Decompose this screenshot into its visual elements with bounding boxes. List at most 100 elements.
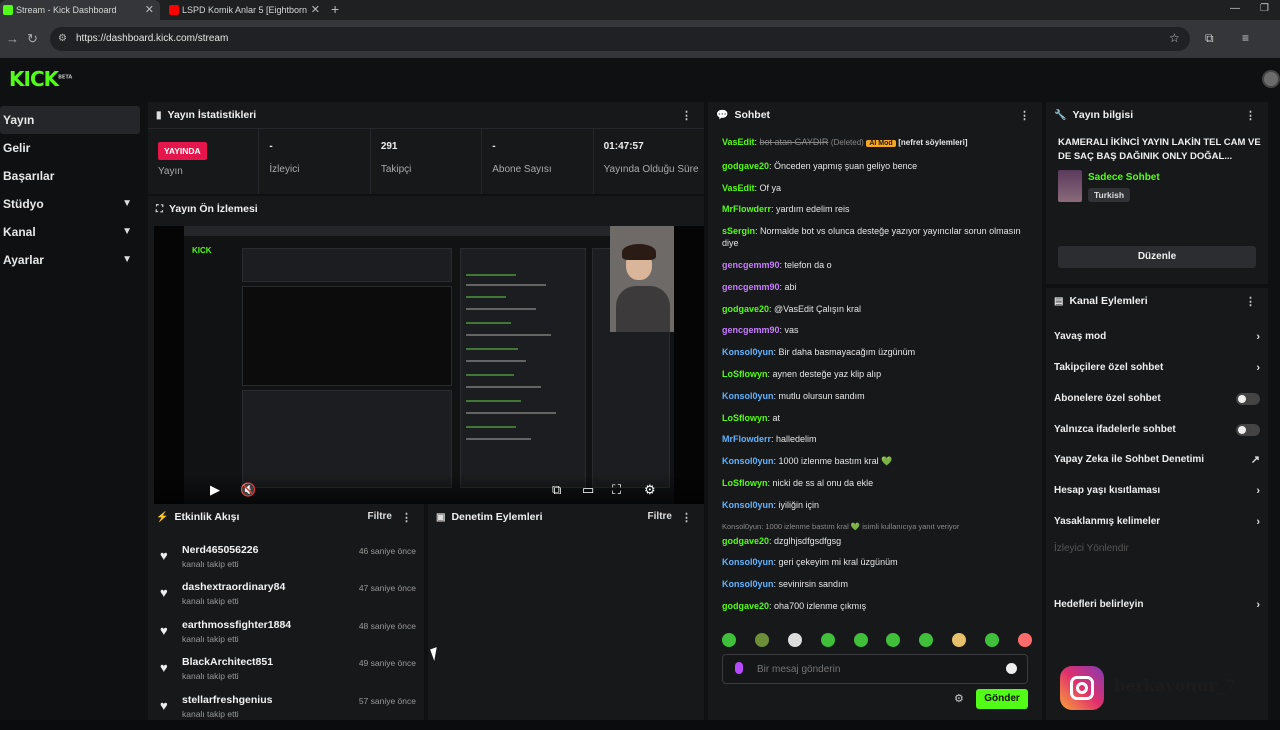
channel-action-set-goals[interactable]: Hedefleri belirleyin ›	[1054, 594, 1260, 616]
theater-icon[interactable]: ▭	[582, 482, 594, 498]
microphone-icon[interactable]	[735, 662, 743, 674]
chat-username[interactable]: Konsol0yun	[722, 579, 774, 589]
emote-icon[interactable]	[985, 633, 999, 647]
follower-name[interactable]: dashextraordinary84	[182, 581, 285, 593]
user-avatar[interactable]	[1262, 70, 1280, 88]
action-label: Yalnızca ifadelerle sohbet	[1054, 424, 1176, 435]
chat-username[interactable]: gencgemm90	[722, 260, 780, 270]
emote-icon[interactable]	[754, 633, 769, 647]
subscribers-only-toggle[interactable]	[1236, 393, 1260, 405]
chat-username[interactable]: Konsol0yun	[722, 557, 774, 567]
minimize-icon[interactable]: —	[1230, 3, 1240, 14]
kick-logo[interactable]: KICKBETA	[9, 67, 72, 91]
forward-icon[interactable]: →	[6, 31, 19, 46]
channel-action-banned-words[interactable]: Yasaklanmış kelimeler ›	[1054, 511, 1260, 533]
stream-video[interactable]: KICK ▶ 🔇 ⧉ ▭ ⛶ ⚙	[154, 226, 704, 504]
url-field[interactable]: ⚙ https://dashboard.kick.com/stream	[50, 27, 1190, 51]
activity-item: ♥ Nerd465056226 kanalı takip etti 46 saniye…	[156, 544, 416, 580]
sidebar-item-studyo[interactable]: Stüdyo ▼	[0, 190, 140, 218]
more-options-icon[interactable]: ⋮	[1245, 109, 1256, 122]
more-options-icon[interactable]: ⋮	[1019, 109, 1030, 122]
close-tab-icon[interactable]: ✕	[145, 3, 154, 16]
more-options-icon[interactable]: ⋮	[681, 109, 692, 122]
browser-tab-kick[interactable]: Stream - Kick Dashboard ✕	[0, 0, 160, 20]
pip-icon[interactable]: ⧉	[552, 482, 561, 498]
chat-settings-icon[interactable]: ⚙	[954, 692, 964, 705]
emote-icon[interactable]	[820, 633, 835, 647]
filter-button[interactable]: Filtre	[648, 511, 672, 522]
emote-icon[interactable]	[722, 633, 736, 647]
chat-username[interactable]: Konsol0yun	[722, 456, 774, 466]
edit-button[interactable]: Düzenle	[1058, 246, 1256, 268]
chat-username[interactable]: LoSflowyn	[722, 413, 768, 423]
channel-action-followers-only[interactable]: Takipçilere özel sohbet ›	[1054, 357, 1260, 379]
sidebar-item-gelir[interactable]: Gelir	[0, 134, 140, 162]
address-bar: → ↻ ⚙ https://dashboard.kick.com/stream …	[0, 20, 1280, 58]
emote-icon[interactable]	[1017, 633, 1032, 647]
chat-username[interactable]: VasEdit	[722, 137, 755, 147]
extensions-icon[interactable]: ⧉	[1205, 31, 1214, 46]
chat-message-input[interactable]	[757, 661, 997, 677]
chat-username[interactable]: godgave20	[722, 536, 769, 546]
tab-title: Stream - Kick Dashboard	[16, 5, 117, 15]
chat-message: Konsol0yun: sevinirsin sandım	[722, 579, 849, 590]
chat-username[interactable]: gencgemm90	[722, 282, 780, 292]
chat-username[interactable]: godgave20	[722, 601, 769, 611]
sidebar-item-basarilar[interactable]: Başarılar	[0, 162, 140, 190]
reload-icon[interactable]: ↻	[27, 31, 38, 47]
stat-status: YAYINDA Yayın	[148, 129, 260, 194]
chat-username[interactable]: LoSflowyn	[722, 369, 768, 379]
emote-icon[interactable]	[919, 633, 934, 647]
more-options-icon[interactable]: ⋮	[401, 511, 412, 524]
channel-action-slow-mode[interactable]: Yavaş mod ›	[1054, 326, 1260, 348]
site-info-icon[interactable]: ⚙	[58, 27, 67, 51]
channel-action-account-age[interactable]: Hesap yaşı kısıtlaması ›	[1054, 480, 1260, 502]
activity-time: 48 saniye önce	[358, 621, 416, 631]
settings-icon[interactable]: ⚙	[644, 482, 656, 498]
chat-username[interactable]: godgave20	[722, 161, 769, 171]
play-icon[interactable]: ▶	[210, 482, 220, 498]
follower-name[interactable]: earthmossfighter1884	[182, 619, 291, 631]
chat-username[interactable]: gencgemm90	[722, 325, 780, 335]
chat-username[interactable]: VasEdit	[722, 183, 755, 193]
sidebar-item-yayin[interactable]: Yayın	[0, 106, 140, 134]
fullscreen-icon[interactable]: ⛶	[612, 482, 621, 498]
browser-tab-youtube[interactable]: LSPD Komik Anlar 5 [Eightborn ✕	[166, 0, 326, 20]
chat-text: iyiliğin için	[778, 499, 820, 510]
emote-icon[interactable]	[853, 633, 868, 647]
chat-username[interactable]: MrFlowderr	[722, 204, 771, 214]
follower-name[interactable]: stellarfreshgenius	[182, 694, 272, 706]
chat-username[interactable]: Konsol0yun	[722, 391, 774, 401]
chat-text: Normalde bot vs olunca desteğe yazıyor y…	[722, 226, 1021, 249]
chat-username[interactable]: godgave20	[722, 304, 769, 314]
maximize-icon[interactable]: ❐	[1260, 3, 1269, 14]
chat-username[interactable]: Konsol0yun	[722, 347, 774, 357]
follower-name[interactable]: BlackArchitect851	[182, 656, 273, 668]
new-tab-icon[interactable]: +	[331, 1, 339, 17]
sidebar-item-kanal[interactable]: Kanal ▼	[0, 218, 140, 246]
send-button[interactable]: Gönder	[976, 689, 1028, 709]
emotes-only-toggle[interactable]	[1236, 424, 1260, 436]
chat-username[interactable]: sSergin	[722, 226, 755, 236]
chat-username[interactable]: Konsol0yun	[722, 500, 774, 510]
more-options-icon[interactable]: ⋮	[1245, 295, 1256, 308]
menu-icon[interactable]: ≡	[1242, 31, 1249, 45]
emoji-picker-icon[interactable]	[1006, 663, 1017, 674]
emote-icon[interactable]	[787, 633, 802, 647]
emote-icon[interactable]	[886, 633, 901, 647]
mute-icon[interactable]: 🔇	[240, 482, 256, 498]
emote-icon[interactable]	[952, 633, 967, 647]
mini-chat-line	[466, 360, 526, 362]
sidebar-item-ayarlar[interactable]: Ayarlar ▼	[0, 246, 140, 274]
follower-name[interactable]: Nerd465056226	[182, 544, 258, 556]
chat-username[interactable]: LoSflowyn	[722, 478, 768, 488]
chat-username[interactable]: MrFlowderr	[722, 434, 771, 444]
close-tab-icon[interactable]: ✕	[311, 3, 320, 16]
activity-time: 46 saniye önce	[358, 546, 416, 556]
category-name[interactable]: Sadece Sohbet	[1088, 172, 1160, 183]
channel-action-ai-moderation[interactable]: Yapay Zeka ile Sohbet Denetimi ↗	[1054, 449, 1260, 471]
filter-button[interactable]: Filtre	[368, 511, 392, 522]
bookmark-star-icon[interactable]: ☆	[1169, 31, 1180, 45]
more-options-icon[interactable]: ⋮	[681, 511, 692, 524]
sidebar-item-label: Kanal	[3, 225, 36, 239]
